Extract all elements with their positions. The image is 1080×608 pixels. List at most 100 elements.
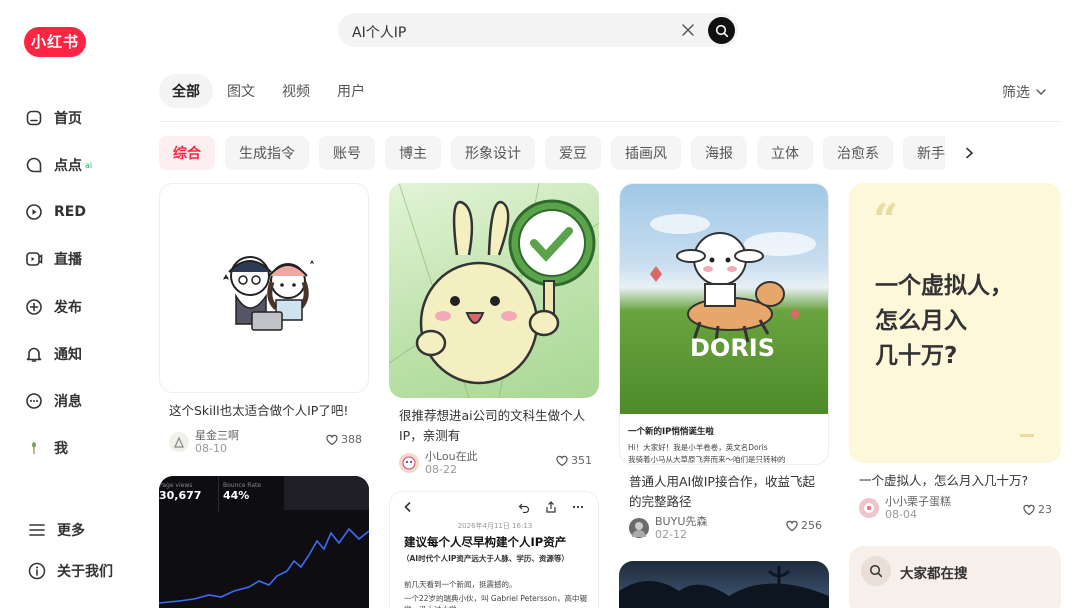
post-date: 08-10 [195, 442, 227, 455]
tag-item[interactable]: 形象设计 [451, 136, 535, 170]
note-card[interactable] [619, 561, 829, 608]
sidebar-item-label: 首页 [54, 111, 82, 127]
like-count: 388 [341, 433, 362, 446]
tag-item[interactable]: 生成指令 [225, 136, 309, 170]
sidebar-item-label: 消息 [54, 394, 82, 410]
post-date: 08-04 [885, 508, 917, 521]
note-cover[interactable]: DORIS 一个新的IP悄悄诞生啦 Hi！大家好！我是小羊卷卷，英文名Doris… [619, 183, 829, 465]
note-author[interactable]: 小Lou在此 08-22 [399, 450, 478, 476]
article-date: 2026年4月11日 16:13 [457, 522, 533, 530]
note-card[interactable]: “ 一个虚拟人， 怎么月入 几十万? 一个虚拟人，怎么月入几十万? 小小栗子蛋糕… [849, 183, 1061, 528]
note-title[interactable]: 普通人用AI做IP接合作，收益飞起的完整路径 [629, 472, 824, 512]
cartoon-couple-illustration [223, 256, 314, 331]
note-cover[interactable]: 2026年4月11日 16:13 建议每个人尽早构建个人IP资产 （AI时代个人… [389, 491, 599, 608]
app-logo[interactable]: 小红书 [24, 27, 86, 57]
sidebar-item-red[interactable]: RED [24, 198, 86, 226]
like-button[interactable]: 351 [556, 454, 592, 467]
note-card[interactable]: Page views 30,677 Bounce Rate 44% [159, 476, 369, 608]
back-icon [404, 501, 411, 513]
note-cover[interactable] [159, 183, 369, 393]
search-icon [861, 556, 891, 586]
note-card[interactable]: DORIS 一个新的IP悄悄诞生啦 Hi！大家好！我是小羊卷卷，英文名Doris… [619, 183, 829, 548]
tags-next-button[interactable] [945, 136, 993, 170]
heart-icon [786, 520, 798, 531]
article-body: 前几天看到一个新闻，挺震撼的。 [404, 580, 517, 589]
filter-button[interactable]: 筛选 [1002, 82, 1048, 102]
more-icon [572, 505, 584, 509]
tab-image-text[interactable]: 图文 [214, 74, 268, 108]
sidebar: 小红书 首页 点点 ai RED 直播 发布 通知 消息 我 更多 关于我们 [0, 0, 140, 608]
sidebar-item-label: 发布 [54, 300, 82, 316]
cover-logo: DORIS [690, 334, 775, 362]
note-title[interactable]: 一个虚拟人，怎么月入几十万? [859, 471, 1054, 491]
author-name: 小Lou在此 [425, 450, 478, 463]
tab-all[interactable]: 全部 [159, 74, 213, 108]
filter-label: 筛选 [1002, 85, 1030, 101]
sheep-on-horse-illustration: DORIS [650, 214, 816, 362]
line-graph [159, 527, 369, 604]
tag-item[interactable]: 插画风 [611, 136, 681, 170]
article-body: 一个22岁的瑞典小伙，叫 Gabriel Petersson，高中辍学，没上过大… [404, 594, 588, 608]
tag-item[interactable]: 博主 [385, 136, 441, 170]
search-bar[interactable]: AI个人IP [338, 13, 738, 47]
note-author[interactable]: 星金三啊 08-10 [169, 429, 239, 455]
tag-item[interactable]: 海报 [691, 136, 747, 170]
note-card[interactable]: 很推荐想进ai公司的文科生做个人IP，亲测有 小Lou在此 08-22 351 [389, 183, 599, 478]
note-cover[interactable]: “ 一个虚拟人， 怎么月入 几十万? [849, 183, 1061, 463]
avatar-icon [24, 438, 44, 458]
sidebar-item-me[interactable]: 我 [24, 434, 68, 462]
sidebar-item-home[interactable]: 首页 [24, 104, 82, 132]
tag-item[interactable]: 治愈系 [823, 136, 893, 170]
sidebar-item-about[interactable]: 关于我们 [27, 559, 113, 583]
trending-label: 大家都在搜 [900, 566, 968, 582]
tag-item[interactable]: 综合 [159, 136, 215, 170]
sidebar-item-label: 通知 [54, 347, 82, 363]
sidebar-item-label: 直播 [54, 252, 82, 268]
play-circle-icon [24, 202, 44, 222]
like-button[interactable]: 23 [1023, 503, 1052, 516]
chevron-right-icon [966, 147, 974, 159]
live-icon [24, 249, 44, 269]
post-date: 02-12 [655, 528, 687, 541]
plus-square-icon [24, 297, 44, 317]
heart-icon [1023, 504, 1035, 515]
note-card[interactable]: 2026年4月11日 16:13 建议每个人尽早构建个人IP资产 （AI时代个人… [389, 491, 599, 608]
note-cover[interactable] [619, 561, 829, 608]
trending-card[interactable]: 大家都在搜 [849, 546, 1061, 608]
tag-item[interactable]: 立体 [757, 136, 813, 170]
note-cover[interactable] [389, 183, 599, 398]
share-icon [546, 501, 556, 513]
tag-item[interactable]: 账号 [319, 136, 375, 170]
cover-caption: Hi！大家好！我是小羊卷卷，英文名Doris [628, 443, 768, 452]
note-author[interactable]: 小小栗子蛋糕 08-04 [859, 495, 951, 521]
sidebar-item-diandian[interactable]: 点点 ai [24, 151, 92, 179]
tag-item[interactable]: 爱豆 [545, 136, 601, 170]
note-title[interactable]: 很推荐想进ai公司的文科生做个人IP，亲测有 [399, 406, 594, 446]
content-type-tabs: 全部 图文 视频 用户 [159, 74, 379, 108]
cover-line: 一个虚拟人， [875, 273, 1013, 299]
avatar [169, 432, 189, 452]
sidebar-item-publish[interactable]: 发布 [24, 293, 82, 321]
sidebar-item-live[interactable]: 直播 [24, 245, 82, 273]
like-button[interactable]: 388 [326, 433, 362, 446]
tab-users[interactable]: 用户 [324, 74, 378, 108]
sidebar-item-more[interactable]: 更多 [27, 518, 85, 542]
note-title[interactable]: 这个Skill也太适合做个人IP了吧! [169, 401, 364, 421]
note-cover[interactable]: Page views 30,677 Bounce Rate 44% [159, 476, 369, 608]
sidebar-item-notifications[interactable]: 通知 [24, 340, 82, 368]
search-button[interactable] [708, 17, 735, 44]
note-card[interactable]: 这个Skill也太适合做个人IP了吧! 星金三啊 08-10 388 [159, 183, 369, 463]
close-icon[interactable] [680, 22, 696, 38]
author-name: BUYU先森 [655, 515, 708, 528]
sidebar-item-messages[interactable]: 消息 [24, 387, 82, 415]
menu-icon [27, 520, 47, 540]
note-author[interactable]: BUYU先森 02-12 [629, 515, 707, 541]
stat-label: Bounce Rate [223, 482, 262, 489]
avatar [629, 518, 649, 538]
decorative-dash [1020, 434, 1034, 437]
like-button[interactable]: 256 [786, 519, 822, 532]
tab-video[interactable]: 视频 [269, 74, 323, 108]
search-input[interactable]: AI个人IP [352, 22, 406, 42]
chevron-down-icon [1036, 89, 1046, 95]
palm-trees-photo [619, 566, 829, 608]
